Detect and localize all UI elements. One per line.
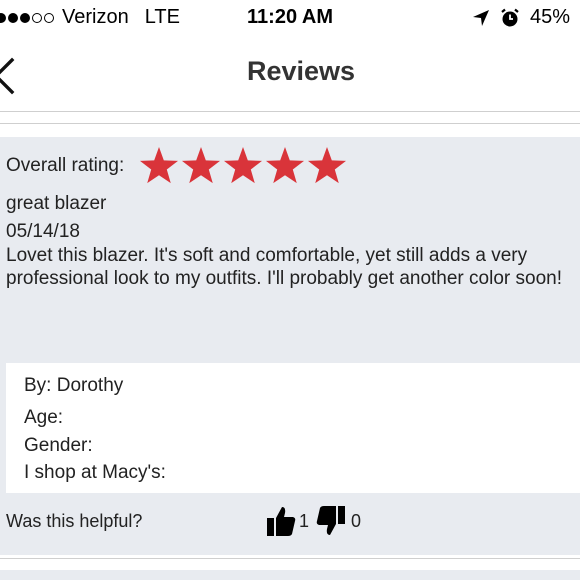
review-body: Lovet this blazer. It's soft and comfort… [6,245,562,289]
next-review-card [0,570,580,580]
author-gender: Gender: [24,435,93,456]
status-right: 45% [472,6,570,29]
divider [0,558,580,559]
star-icon [224,147,263,184]
star-icon [266,147,305,184]
helpful-down-count: 0 [351,511,362,531]
star-icon [140,147,179,184]
status-bar: Verizon LTE 11:20 AM 45% [0,0,580,36]
battery-percent: 45% [529,6,570,28]
page-title: Reviews [246,56,356,86]
review-title: great blazer [6,193,107,214]
author-age: Age: [24,407,64,428]
thumbs-up-icon[interactable] [266,505,296,537]
divider [0,123,580,124]
thumbs-down-icon[interactable] [316,505,346,537]
star-icon [308,147,347,184]
helpful-label: Was this helpful? [6,511,143,531]
review-date: 05/14/18 [6,221,80,242]
helpful-row: Was this helpful? 1 0 [6,503,580,543]
helpful-up-count: 1 [299,511,310,531]
location-arrow-icon [472,9,489,26]
review-card: Overall rating: great blazer 05/14/18 Lo… [0,137,580,555]
star-icon [182,147,221,184]
alarm-clock-icon [501,8,519,26]
author-info: By: Dorothy Age: Gender: I shop at Macy'… [6,363,580,493]
nav-bar: Reviews [0,36,580,112]
author-shop: I shop at Macy's: [24,462,166,483]
rating-row: Overall rating: [6,145,348,187]
star-rating [138,145,348,187]
rating-label: Overall rating: [6,155,125,176]
author-name: By: Dorothy [24,375,124,396]
